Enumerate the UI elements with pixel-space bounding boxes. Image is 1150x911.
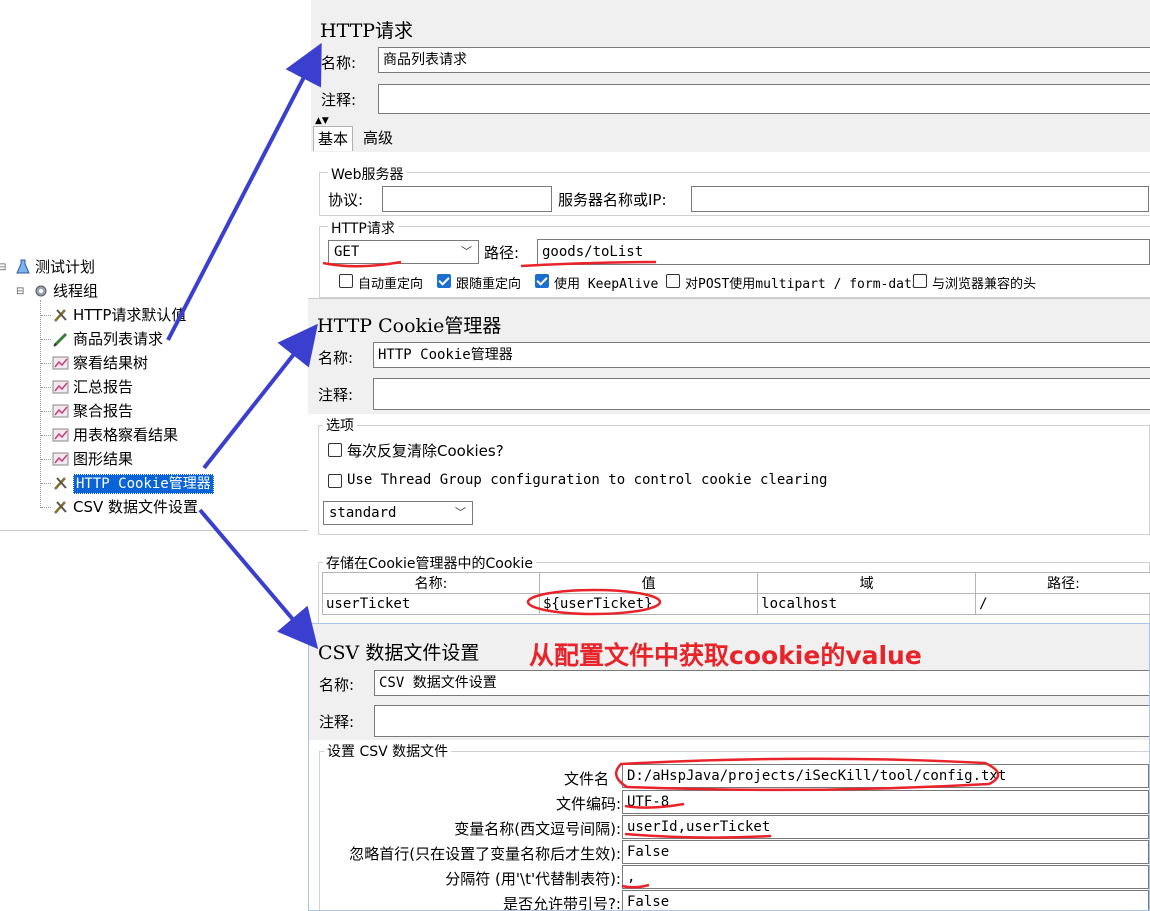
chart-icon: [52, 355, 70, 371]
flask-icon: [14, 259, 32, 275]
cookie-manager-panel: HTTP Cookie管理器 名称: HTTP Cookie管理器 注释: 选项…: [308, 298, 1150, 624]
tree-item-label: 汇总报告: [73, 378, 134, 396]
tree-item-label: 用表格察看结果: [73, 426, 179, 444]
red-circle-mark: [526, 588, 662, 616]
tree-item-label: HTTP请求默认值: [73, 306, 187, 324]
collapse-icon[interactable]: ⊟: [0, 258, 6, 278]
tree-item[interactable]: 聚合报告: [41, 401, 134, 421]
tree-item-selected[interactable]: HTTP Cookie管理器: [41, 473, 214, 494]
tree-item[interactable]: CSV 数据文件设置: [41, 497, 199, 517]
tree-item-label: CSV 数据文件设置: [73, 498, 199, 516]
tree-thread-group-label: 线程组: [53, 282, 99, 300]
http-request-panel: HTTP请求 名称: 商品列表请求 注释: ▲▼ 基本 高级 Web服务器 协议…: [311, 0, 1150, 298]
tree-root[interactable]: ⊟ 测试计划: [0, 257, 95, 277]
tree-item[interactable]: 察看结果树: [41, 353, 149, 373]
tree-item[interactable]: 汇总报告: [41, 377, 134, 397]
tree-item-label: 图形结果: [73, 450, 134, 468]
tree-item-label: 聚合报告: [73, 402, 134, 420]
tree-divider: [0, 530, 308, 531]
pipette-icon: [52, 331, 70, 347]
csv-data-set-panel: CSV 数据文件设置 从配置文件中获取cookie的value 名称: CSV …: [308, 623, 1150, 911]
tools-icon: [52, 499, 70, 515]
tree-item[interactable]: 商品列表请求: [41, 329, 164, 349]
red-highlight-marks: [614, 757, 1000, 889]
tree-item-label: HTTP Cookie管理器: [73, 474, 214, 494]
collapse-icon[interactable]: ⊟: [16, 282, 24, 302]
tree-item[interactable]: HTTP请求默认值: [41, 305, 187, 325]
chart-icon: [52, 427, 70, 443]
chart-icon: [52, 451, 70, 467]
chart-icon: [52, 403, 70, 419]
gear-icon: [32, 283, 50, 299]
tools-icon: [52, 475, 70, 491]
tree-item[interactable]: 图形结果: [41, 449, 134, 469]
red-underline-marks: [322, 260, 657, 268]
tree-item-label: 察看结果树: [73, 354, 149, 372]
tree-item[interactable]: 用表格察看结果: [41, 425, 179, 445]
tree-thread-group[interactable]: ⊟ 线程组: [16, 281, 99, 302]
tree-item-label: 商品列表请求: [73, 330, 164, 348]
chart-icon: [52, 379, 70, 395]
tree-root-label: 测试计划: [35, 258, 96, 276]
tools-icon: [52, 307, 70, 323]
